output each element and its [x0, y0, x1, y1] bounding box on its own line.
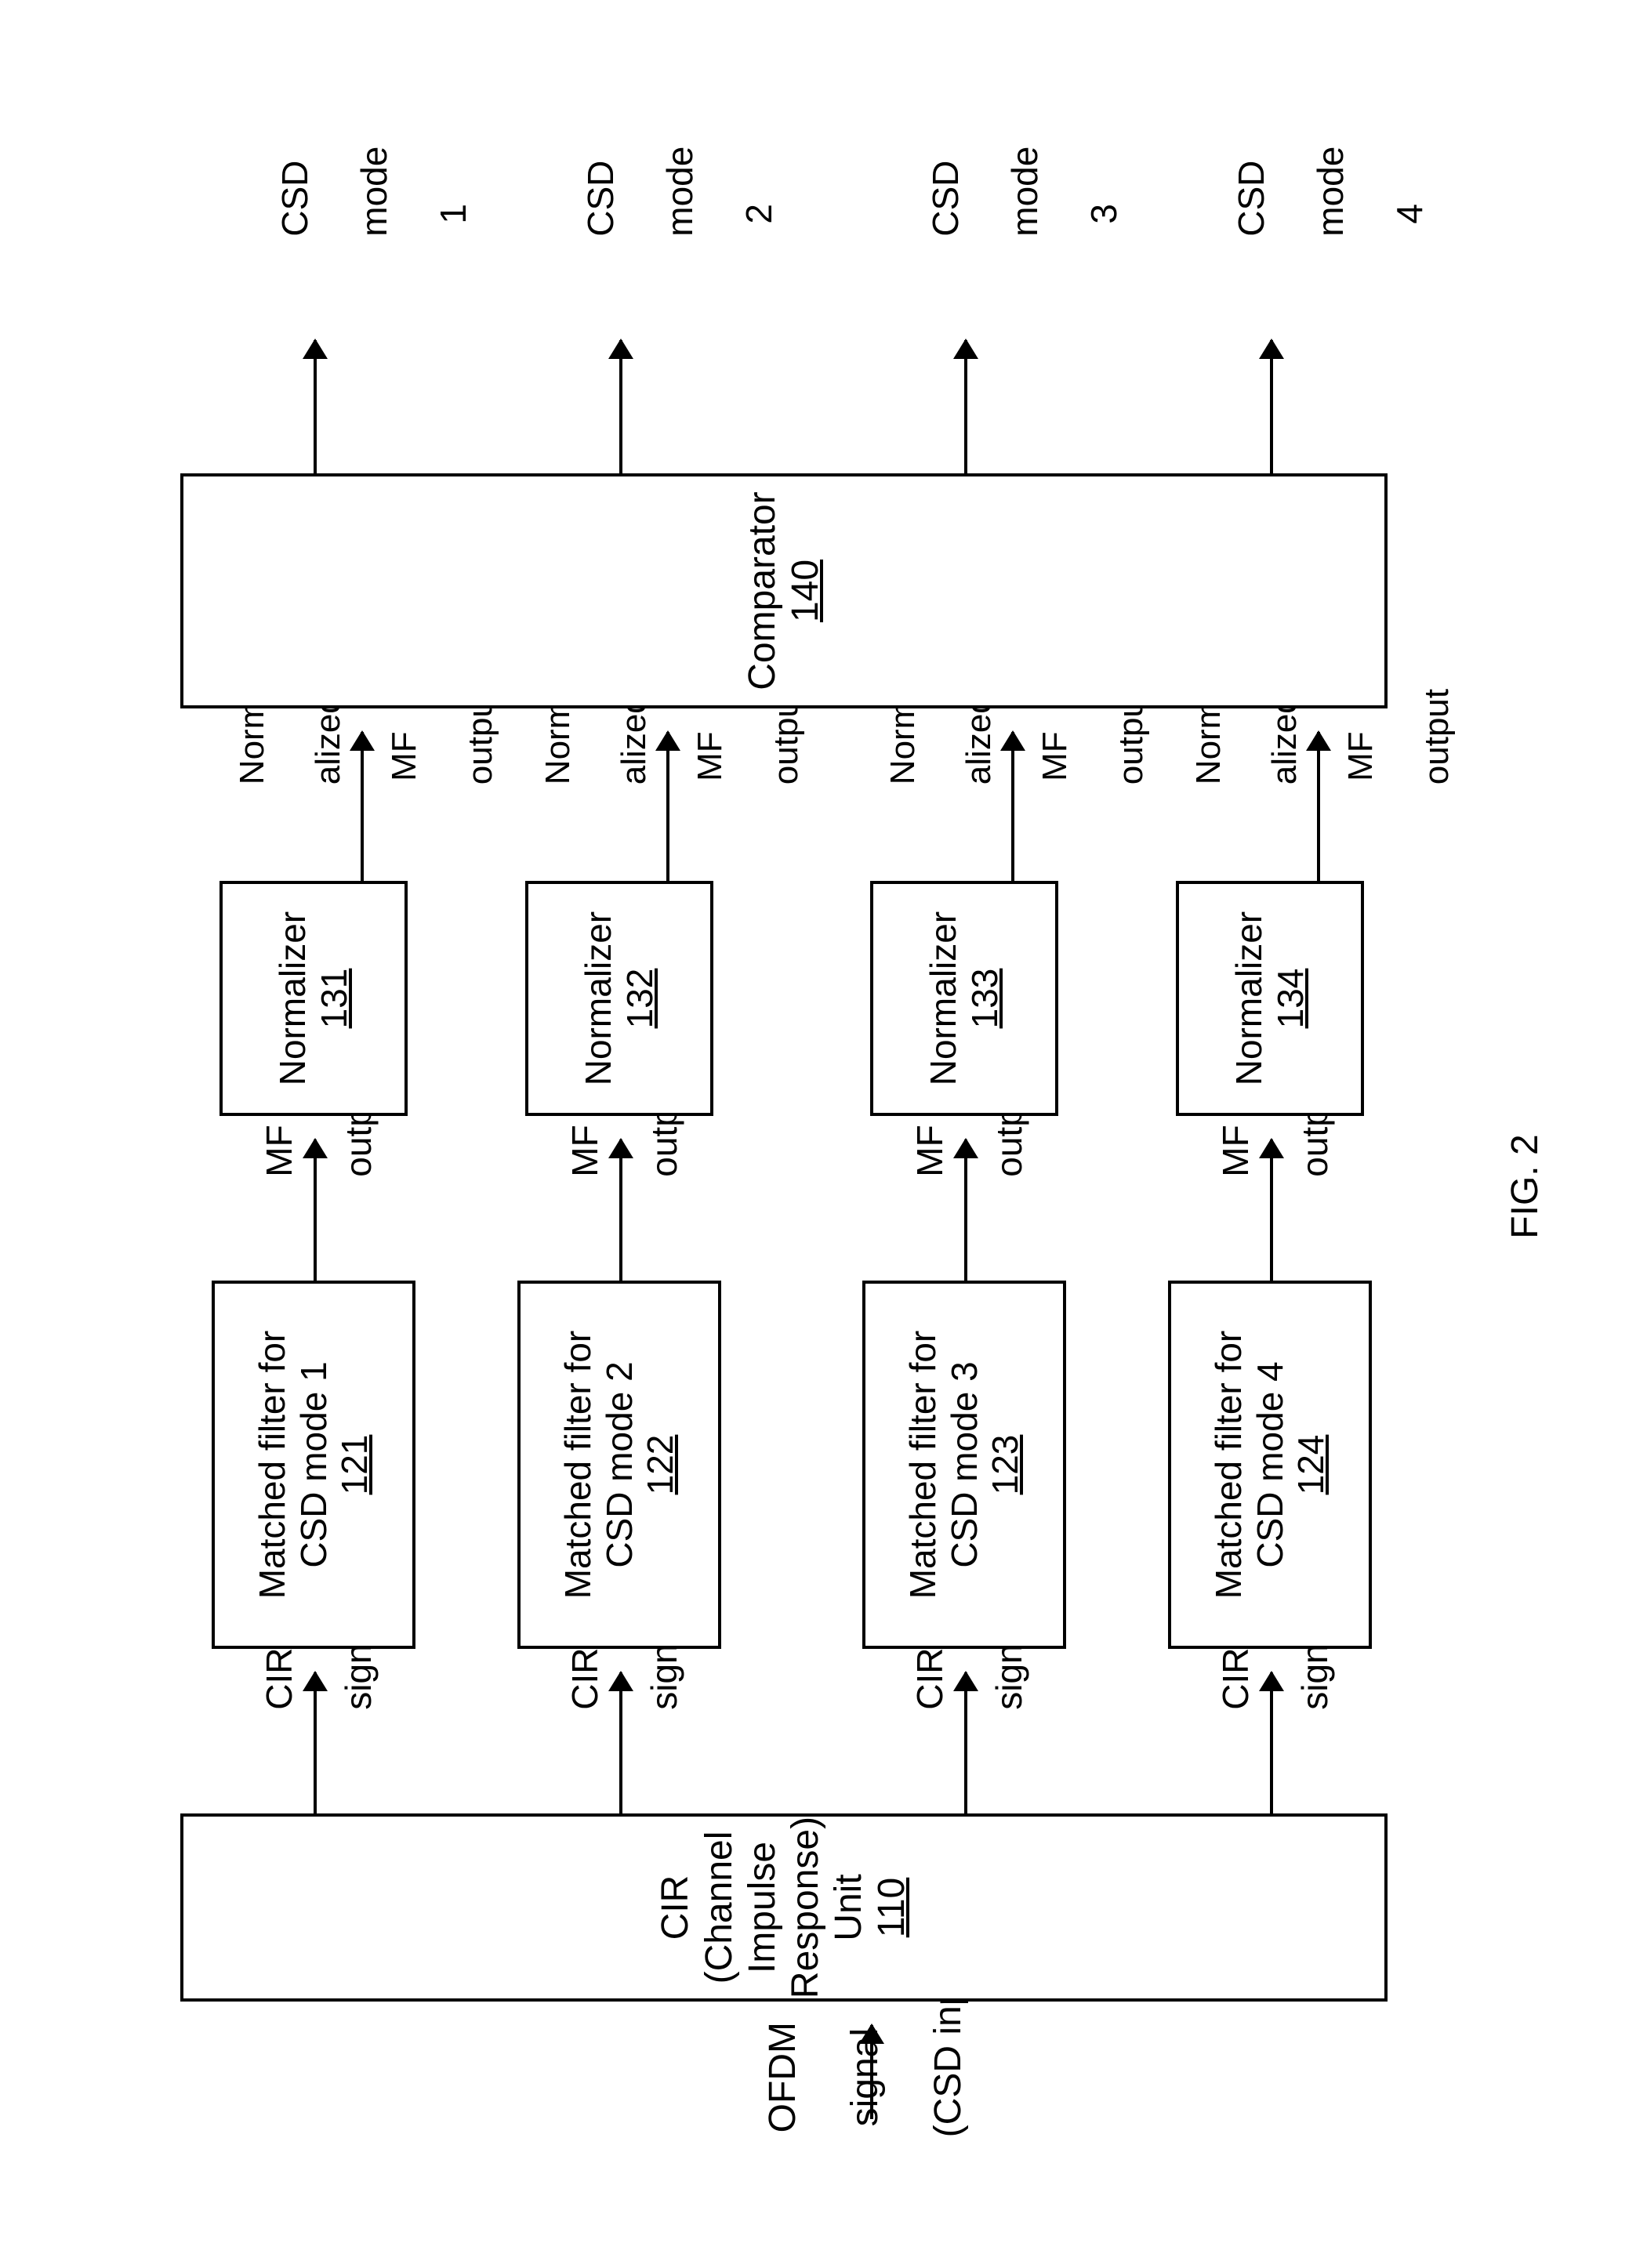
csd-mode-4-label: CSD mode 4	[1192, 191, 1469, 317]
normalizer-4-block: Normalizer 134	[1176, 881, 1364, 1116]
arrow-norm-to-comp-2	[666, 732, 669, 881]
arrow-norm-to-comp-1	[361, 732, 364, 881]
csd-mode-2-label: CSD mode 2	[541, 191, 818, 317]
matched-filter-3-block: Matched filter for CSD mode 3 123	[862, 1281, 1066, 1649]
arrow-mf-to-norm-2	[619, 1139, 622, 1281]
arrow-comp-out-4	[1270, 340, 1273, 473]
arrow-mf-to-norm-1	[314, 1139, 317, 1281]
csd-mode-3-label: CSD mode 3	[886, 191, 1163, 317]
arrow-cir-to-mf-4	[1270, 1672, 1273, 1813]
diagram-stage: OFDM signal (CSD input) CIR (Channel Imp…	[0, 0, 1647, 2268]
arrow-mf-to-norm-3	[964, 1139, 967, 1281]
arrow-cir-to-mf-2	[619, 1672, 622, 1813]
figure-label: FIG. 2	[1505, 1085, 1547, 1288]
arrow-mf-to-norm-4	[1270, 1139, 1273, 1281]
comparator-block: Comparator 140	[180, 473, 1388, 708]
matched-filter-1-block: Matched filter for CSD mode 1 121	[212, 1281, 415, 1649]
arrow-cir-to-mf-1	[314, 1672, 317, 1813]
normalizer-3-block: Normalizer 133	[870, 881, 1058, 1116]
arrow-comp-out-1	[314, 340, 317, 473]
input-signal-label: OFDM signal (CSD input)	[721, 2017, 1011, 2221]
arrow-norm-to-comp-3	[1011, 732, 1014, 881]
csd-mode-1-label: CSD mode 1	[235, 191, 513, 317]
arrow-comp-out-2	[619, 340, 622, 473]
cir-unit-block: CIR (Channel Impulse Response) Unit 110	[180, 1813, 1388, 2002]
matched-filter-4-block: Matched filter for CSD mode 4 124	[1168, 1281, 1372, 1649]
normalizer-1-block: Normalizer 131	[219, 881, 408, 1116]
arrow-norm-to-comp-4	[1317, 732, 1320, 881]
arrow-cir-to-mf-3	[964, 1672, 967, 1813]
normalizer-2-block: Normalizer 132	[525, 881, 713, 1116]
matched-filter-2-block: Matched filter for CSD mode 2 122	[517, 1281, 721, 1649]
arrow-input-to-cir	[870, 2025, 873, 2119]
arrow-comp-out-3	[964, 340, 967, 473]
